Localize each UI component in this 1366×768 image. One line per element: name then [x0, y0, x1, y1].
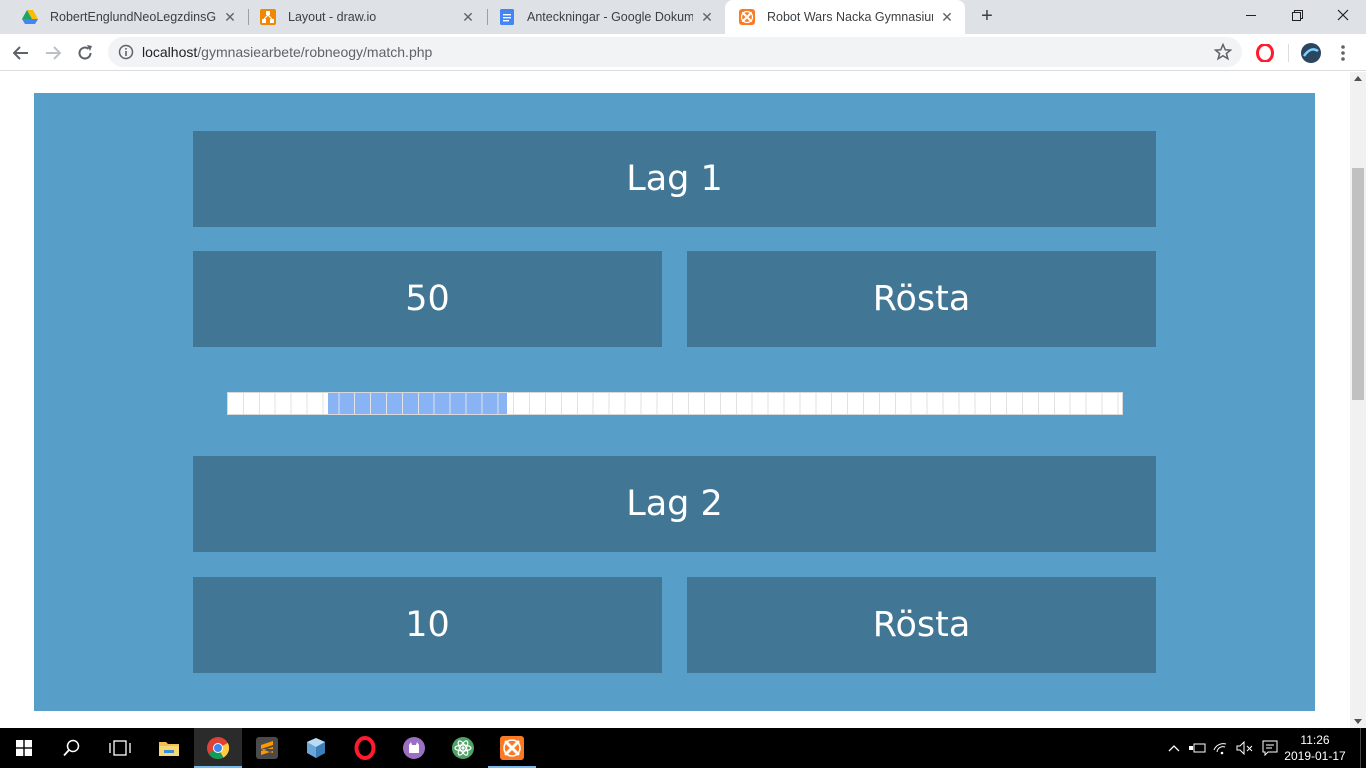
tab-drawio[interactable]: Layout - draw.io ✕ — [246, 0, 486, 34]
scrollbar-thumb[interactable] — [1352, 168, 1364, 400]
team2-name: Lag 2 — [193, 456, 1156, 552]
browser-toolbar: localhost/gymnasiearbete/robneogy/match.… — [0, 34, 1366, 71]
browser-tab-strip: RobertEnglundNeoLegzdinsGYAR ✕ Layout - … — [0, 0, 1366, 34]
close-tab-icon[interactable]: ✕ — [939, 9, 955, 25]
notification-center-icon[interactable] — [1258, 728, 1282, 768]
scroll-up-icon[interactable] — [1354, 76, 1362, 81]
url-path: /gymnasiearbete/robneogy/match.php — [197, 44, 433, 60]
volume-muted-icon[interactable] — [1234, 728, 1256, 768]
tab-title: RobertEnglundNeoLegzdinsGYAR — [50, 10, 216, 24]
tab-title: Robot Wars Nacka Gymnasium — [767, 10, 933, 24]
wifi-icon[interactable] — [1210, 728, 1234, 768]
match-panel: Lag 1 50 Rösta Lag 2 10 Rösta — [34, 93, 1315, 711]
profile-avatar[interactable] — [1300, 42, 1322, 64]
tab-robot-wars[interactable]: Robot Wars Nacka Gymnasium ✕ — [725, 0, 965, 34]
page-viewport: Lag 1 50 Rösta Lag 2 10 Rösta — [0, 72, 1350, 728]
vote-progress-bar — [227, 392, 1123, 415]
opera-extension-icon[interactable] — [1254, 42, 1276, 64]
atom-icon[interactable] — [439, 728, 487, 768]
url-text: localhost/gymnasiearbete/robneogy/match.… — [142, 44, 432, 60]
team1-name: Lag 1 — [193, 131, 1156, 227]
task-view-icon[interactable] — [96, 728, 144, 768]
chrome-menu-icon[interactable] — [1332, 42, 1354, 64]
show-desktop-button[interactable] — [1360, 728, 1366, 768]
minimize-icon[interactable] — [1228, 0, 1274, 30]
back-icon[interactable] — [8, 40, 34, 66]
drawio-icon — [260, 9, 276, 25]
battery-icon[interactable] — [1186, 728, 1208, 768]
close-tab-icon[interactable]: ✕ — [699, 9, 715, 25]
google-docs-icon — [499, 9, 515, 25]
address-bar[interactable]: localhost/gymnasiearbete/robneogy/match.… — [108, 37, 1242, 67]
page-scrollbar[interactable] — [1350, 72, 1366, 728]
github-desktop-icon[interactable] — [390, 728, 438, 768]
chrome-icon[interactable] — [194, 728, 242, 768]
clock-date: 2019-01-17 — [1284, 749, 1346, 763]
close-window-icon[interactable] — [1320, 0, 1366, 30]
show-hidden-icons-chevron[interactable] — [1164, 728, 1184, 768]
virtualbox-icon[interactable] — [292, 728, 340, 768]
new-tab-button[interactable]: + — [976, 6, 998, 28]
clock-time: 11:26 — [1300, 733, 1330, 747]
close-tab-icon[interactable]: ✕ — [460, 9, 476, 25]
forward-icon[interactable] — [40, 40, 66, 66]
url-host: localhost — [142, 44, 198, 60]
team2-score: 10 — [193, 577, 662, 673]
bookmark-star-icon[interactable] — [1213, 42, 1233, 61]
sublime-text-icon[interactable] — [243, 728, 291, 768]
file-explorer-icon[interactable] — [145, 728, 193, 768]
vote-progress-grid — [228, 393, 1122, 414]
reload-icon[interactable] — [72, 40, 98, 66]
team1-vote-button[interactable]: Rösta — [687, 251, 1156, 347]
search-icon[interactable] — [48, 728, 96, 768]
site-info-icon[interactable] — [118, 44, 134, 60]
scroll-down-icon[interactable] — [1354, 719, 1362, 724]
tab-title: Anteckningar - Google Dokument — [527, 10, 693, 24]
system-clock[interactable]: 11:26 2019-01-17 — [1284, 732, 1346, 764]
tab-docs[interactable]: Anteckningar - Google Dokument ✕ — [485, 0, 725, 34]
toolbar-separator — [1288, 44, 1289, 62]
team2-vote-button[interactable]: Rösta — [687, 577, 1156, 673]
google-drive-icon — [22, 9, 38, 25]
close-tab-icon[interactable]: ✕ — [222, 9, 238, 25]
start-icon[interactable] — [0, 728, 48, 768]
restore-icon[interactable] — [1274, 0, 1320, 30]
team1-score: 50 — [193, 251, 662, 347]
xampp-icon — [739, 9, 755, 25]
tab-drive[interactable]: RobertEnglundNeoLegzdinsGYAR ✕ — [8, 0, 248, 34]
xampp-icon[interactable] — [488, 728, 536, 768]
windows-taskbar: 11:26 2019-01-17 — [0, 728, 1366, 768]
opera-icon[interactable] — [341, 728, 389, 768]
tab-title: Layout - draw.io — [288, 10, 377, 24]
